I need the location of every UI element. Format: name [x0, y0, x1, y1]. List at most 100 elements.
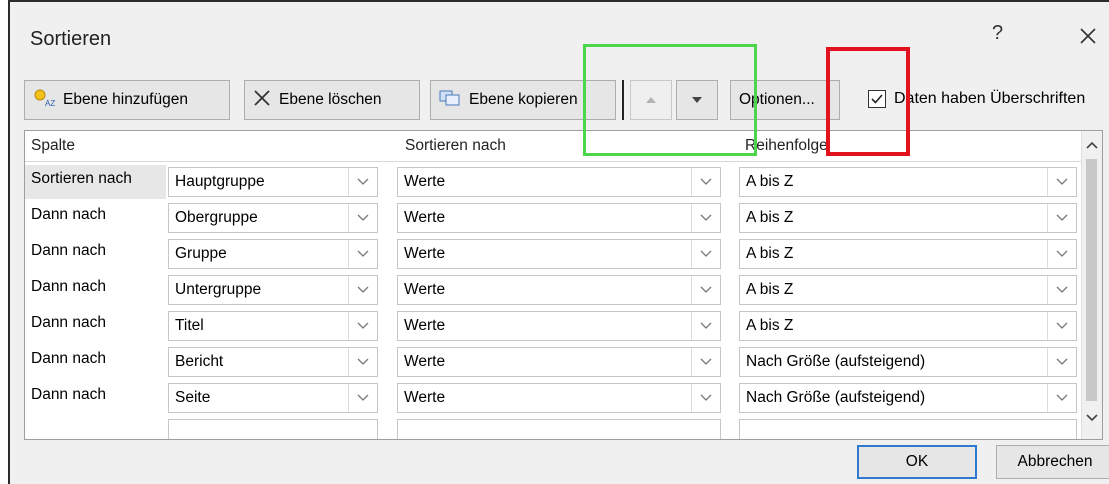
add-level-label: Ebene hinzufügen	[63, 91, 188, 108]
row-label[interactable]: Dann nach	[25, 201, 166, 235]
dropdown-button[interactable]	[691, 348, 720, 376]
column-dropdown[interactable]: Bericht	[168, 347, 378, 377]
column-dropdown[interactable]: Gruppe	[168, 239, 378, 269]
column-value: Seite	[175, 389, 211, 406]
dropdown-button[interactable]	[348, 348, 377, 376]
column-dropdown[interactable]: Obergruppe	[168, 203, 378, 233]
help-button[interactable]: ?	[992, 22, 1003, 45]
row-label[interactable]: Sortieren nach	[25, 165, 166, 199]
close-button[interactable]	[1074, 22, 1102, 50]
chevron-down-icon	[700, 178, 712, 185]
dropdown-button[interactable]	[1047, 168, 1076, 196]
chevron-down-icon	[357, 178, 369, 185]
has-headers-label[interactable]: Daten haben Überschriften	[894, 90, 1085, 108]
sort-on-dropdown[interactable]: Werte	[397, 203, 721, 233]
dropdown-button[interactable]	[1047, 240, 1076, 268]
sort-on-dropdown[interactable]: Werte	[397, 311, 721, 341]
sort-on-value: Werte	[404, 173, 446, 190]
dialog-title: Sortieren	[30, 28, 112, 50]
sort-on-dropdown[interactable]: Werte	[397, 347, 721, 377]
dropdown-button[interactable]	[1047, 384, 1076, 412]
dropdown-button[interactable]	[691, 204, 720, 232]
dropdown-button[interactable]	[1047, 348, 1076, 376]
dropdown-button[interactable]	[1047, 204, 1076, 232]
column-dropdown[interactable]: Seite	[168, 383, 378, 413]
order-value: A bis Z	[746, 173, 794, 190]
dropdown-button[interactable]	[1047, 312, 1076, 340]
order-dropdown[interactable]: A bis Z	[739, 239, 1077, 269]
row-label[interactable]: Dann nach	[25, 381, 166, 415]
chevron-down-icon	[1056, 286, 1068, 293]
row-label[interactable]: Dann nach	[25, 273, 166, 307]
scroll-up-icon[interactable]	[1082, 135, 1102, 155]
cut-off-dropdown[interactable]	[397, 419, 721, 439]
scrollbar-thumb[interactable]	[1086, 159, 1097, 401]
dropdown-button[interactable]	[348, 384, 377, 412]
dropdown-button[interactable]	[691, 276, 720, 304]
sort-on-value: Werte	[404, 245, 446, 262]
chevron-down-icon	[700, 214, 712, 221]
cut-off-dropdown[interactable]	[168, 419, 378, 439]
add-level-button[interactable]: AZ Ebene hinzufügen	[24, 80, 230, 120]
column-value: Bericht	[175, 353, 224, 370]
order-dropdown[interactable]: A bis Z	[739, 203, 1077, 233]
row-label[interactable]: Dann nach	[25, 309, 166, 343]
chevron-down-icon	[357, 394, 369, 401]
sort-on-dropdown[interactable]: Werte	[397, 167, 721, 197]
order-value: A bis Z	[746, 281, 794, 298]
dropdown-button[interactable]	[348, 276, 377, 304]
order-dropdown[interactable]: Nach Größe (aufsteigend)	[739, 383, 1077, 413]
vertical-scrollbar[interactable]	[1081, 131, 1102, 439]
delete-icon	[253, 89, 271, 112]
column-value: Hauptgruppe	[175, 173, 265, 190]
dropdown-button[interactable]	[691, 384, 720, 412]
sort-dialog: Sortieren ? AZ Ebene hinzufügen Ebene lö…	[8, 0, 1109, 484]
order-value: A bis Z	[746, 317, 794, 334]
header-sort-on: Sortieren nach	[405, 137, 506, 154]
chevron-down-icon	[700, 394, 712, 401]
red-highlight-box	[826, 47, 910, 156]
order-value: A bis Z	[746, 245, 794, 262]
row-label[interactable]: Dann nach	[25, 237, 166, 271]
sort-on-dropdown[interactable]: Werte	[397, 239, 721, 269]
chevron-down-icon	[700, 286, 712, 293]
dropdown-button[interactable]	[691, 312, 720, 340]
sort-on-dropdown[interactable]: Werte	[397, 275, 721, 305]
chevron-down-icon	[1056, 358, 1068, 365]
order-value: A bis Z	[746, 209, 794, 226]
dropdown-button[interactable]	[348, 312, 377, 340]
order-dropdown[interactable]: A bis Z	[739, 167, 1077, 197]
chevron-down-icon	[700, 250, 712, 257]
chevron-down-icon	[1056, 178, 1068, 185]
column-dropdown[interactable]: Hauptgruppe	[168, 167, 378, 197]
chevron-down-icon	[700, 358, 712, 365]
close-icon	[1080, 28, 1096, 44]
dropdown-button[interactable]	[691, 240, 720, 268]
delete-level-label: Ebene löschen	[279, 91, 382, 108]
column-dropdown[interactable]: Untergruppe	[168, 275, 378, 305]
chevron-down-icon	[1056, 214, 1068, 221]
copy-icon	[439, 89, 461, 112]
row-label[interactable]: Dann nach	[25, 345, 166, 379]
cancel-button[interactable]: Abbrechen	[996, 445, 1109, 479]
dropdown-button[interactable]	[348, 240, 377, 268]
order-dropdown[interactable]: A bis Z	[739, 311, 1077, 341]
column-dropdown[interactable]: Titel	[168, 311, 378, 341]
order-dropdown[interactable]: A bis Z	[739, 275, 1077, 305]
scroll-down-icon[interactable]	[1082, 407, 1102, 427]
sort-on-dropdown[interactable]: Werte	[397, 383, 721, 413]
cut-off-dropdown[interactable]	[739, 419, 1077, 439]
chevron-down-icon	[1056, 322, 1068, 329]
order-dropdown[interactable]: Nach Größe (aufsteigend)	[739, 347, 1077, 377]
chevron-down-icon	[357, 250, 369, 257]
green-highlight-box	[583, 44, 757, 156]
dropdown-button[interactable]	[691, 168, 720, 196]
dropdown-button[interactable]	[348, 168, 377, 196]
column-value: Titel	[175, 317, 204, 334]
dropdown-button[interactable]	[1047, 276, 1076, 304]
ok-button[interactable]: OK	[857, 445, 977, 479]
delete-level-button[interactable]: Ebene löschen	[244, 80, 420, 120]
sort-on-value: Werte	[404, 389, 446, 406]
dropdown-button[interactable]	[348, 204, 377, 232]
chevron-down-icon	[357, 322, 369, 329]
